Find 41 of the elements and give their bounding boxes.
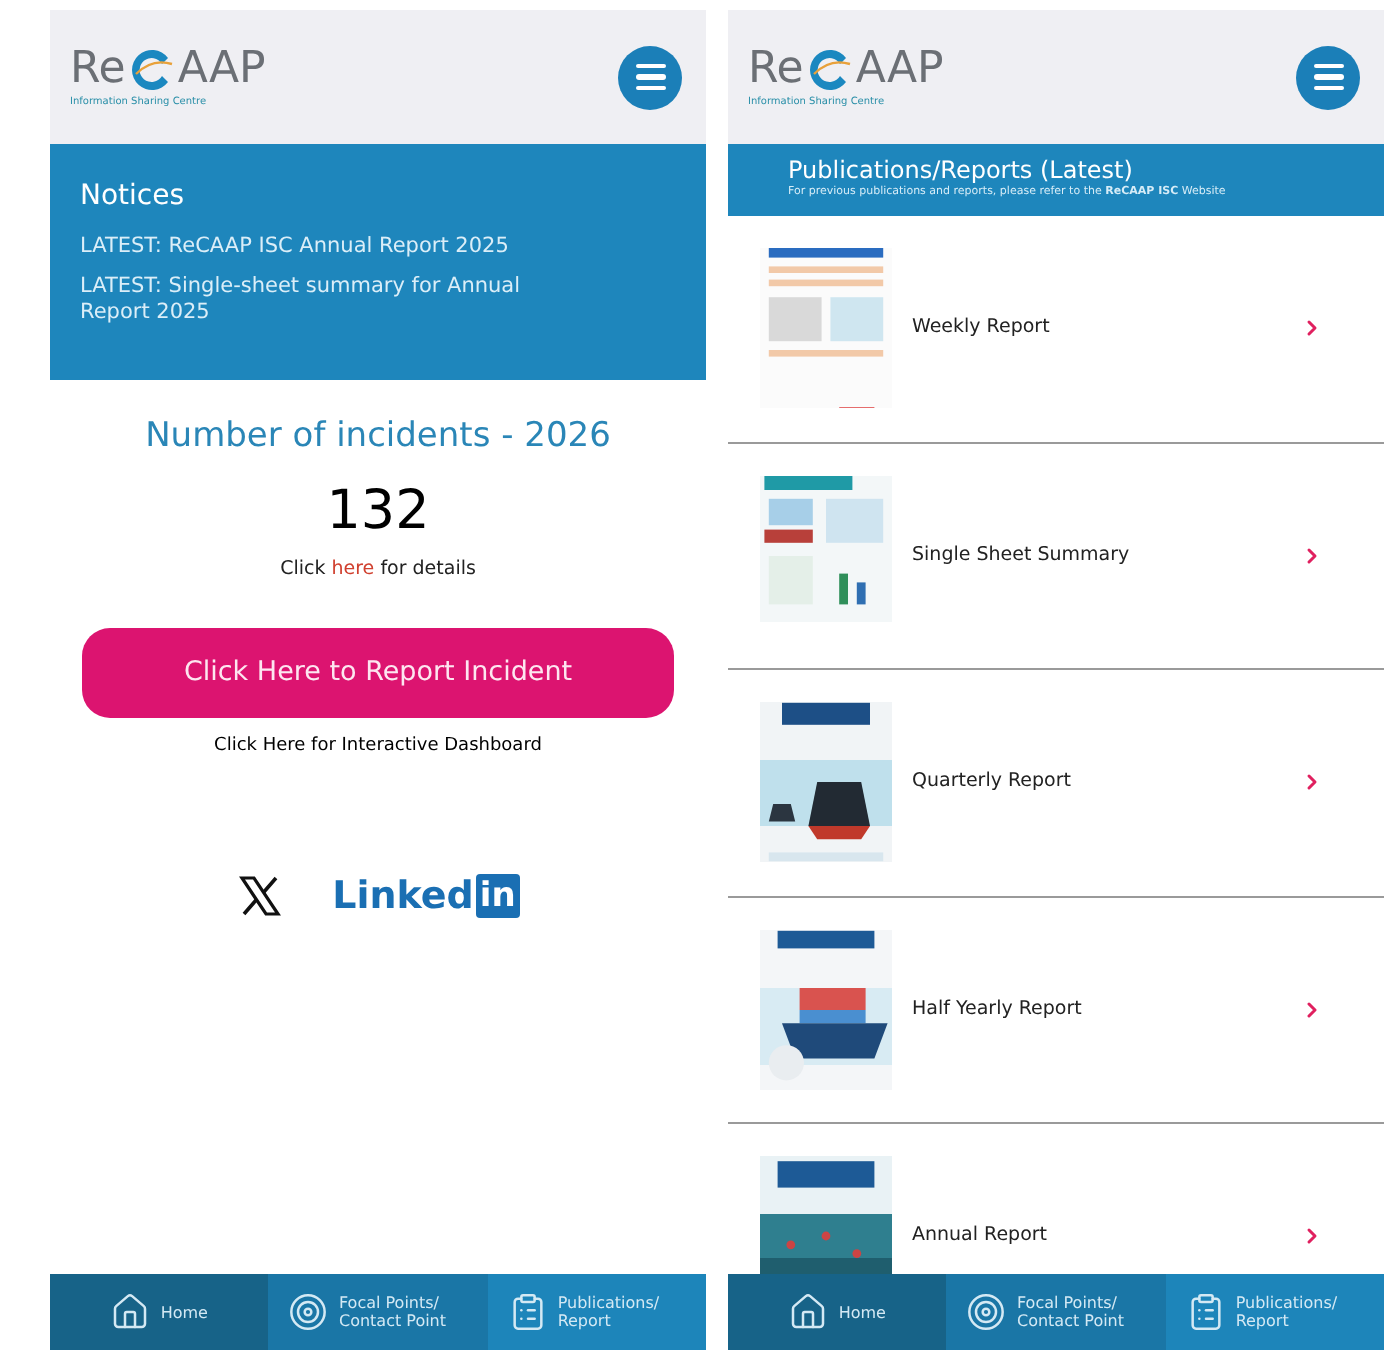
target-icon [966,1292,1007,1332]
home-icon [788,1292,829,1332]
report-row[interactable]: Weekly Report [728,216,1384,443]
report-row[interactable]: Half Yearly Report [728,897,1384,1124]
report-row[interactable]: Quarterly Report [728,670,1384,897]
document-icon [507,1292,548,1332]
dashboard-link[interactable]: Click Here for Interactive Dashboard [214,733,542,761]
x-logo-icon[interactable] [236,872,285,921]
report-title: Annual Report [912,1222,1050,1251]
linkedin-logo[interactable]: Linked in [332,874,520,919]
report-incident-button[interactable]: Click Here to Report Incident [82,627,674,718]
notices-title: Notices [80,178,187,216]
report-row[interactable]: Single Sheet Summary [728,443,1384,670]
logo-text: Re [748,48,804,92]
nav-tab[interactable]: Focal Points/ Contact Point [268,1274,488,1350]
details-text: Click here for details [280,555,476,583]
home-icon [110,1292,151,1332]
logo-text: AAP [855,48,944,92]
report-title: Weekly Report [912,314,1052,343]
nav-tab[interactable]: Publications/ Report [487,1274,706,1350]
nav-tab[interactable]: Publications/ Report [1165,1274,1384,1350]
logo-emblem-icon [127,46,176,94]
notice-link[interactable]: LATEST: Single-sheet summary for Annual Report 2025 [80,274,560,326]
incident-count: 132 [326,483,430,537]
menu-button[interactable] [618,45,682,109]
nav-tab[interactable]: Focal Points/ Contact Point [946,1274,1166,1350]
report-title: Single Sheet Summary [912,541,1132,570]
incidents-title: Number of incidents - 2026 [145,414,611,460]
menu-button[interactable] [1296,45,1360,109]
details-link[interactable]: here [331,557,375,579]
document-icon [1185,1292,1226,1332]
report-title: Half Yearly Report [912,995,1084,1024]
notice-link[interactable]: LATEST: ReCAAP ISC Annual Report 2025 [80,234,560,260]
logo-text: AAP [177,48,266,92]
logo-text: Re [70,48,126,92]
nav-tab[interactable]: Home [50,1274,269,1350]
logo-emblem-icon [805,46,854,94]
nav-tab[interactable]: Home [728,1274,947,1350]
publications-title: Publications/Reports (Latest) [788,156,1135,184]
report-title: Quarterly Report [912,768,1073,797]
target-icon [288,1292,329,1332]
